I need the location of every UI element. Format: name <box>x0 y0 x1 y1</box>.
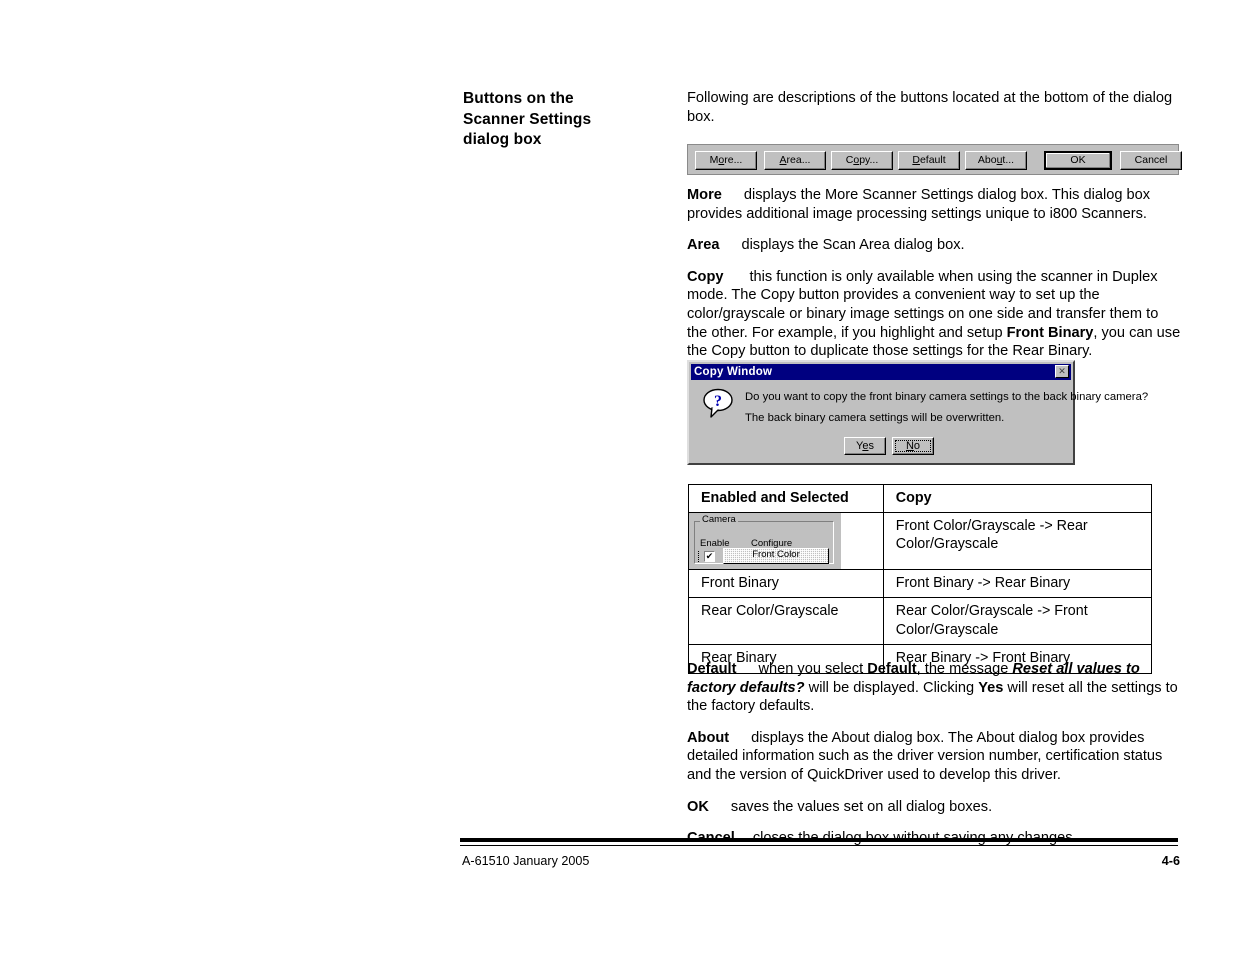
table-header-enabled-selected: Enabled and Selected <box>688 484 884 513</box>
close-icon-glyph: ✕ <box>1058 366 1066 376</box>
area-button[interactable]: Area... <box>764 151 826 170</box>
table-cell-copy: Rear Color/Grayscale -> Front Color/Gray… <box>882 597 1153 645</box>
area-description-text: displays the Scan Area dialog box. <box>741 237 965 254</box>
svg-text:?: ? <box>714 393 722 410</box>
table-cell-copy: Front Binary -> Rear Binary <box>882 568 1153 598</box>
area-description: Area displays the Scan Area dialog box. <box>687 236 1181 255</box>
default-button[interactable]: Default <box>898 151 960 170</box>
default-description: Default when you select Default, the mess… <box>687 660 1181 716</box>
content-column: Following are descriptions of the button… <box>687 89 1179 139</box>
default-description-part3: will be displayed. Clicking <box>804 679 979 696</box>
section-heading-line3: dialog box <box>463 131 542 148</box>
more-term: More <box>687 187 722 203</box>
copy-description: Copy this function is only available when… <box>687 268 1181 361</box>
yes-emphasis: Yes <box>978 679 1004 696</box>
copy-window-message-line1: Do you want to copy the front binary cam… <box>745 391 1149 403</box>
footer-document-id: A-61510 January 2005 <box>462 854 590 868</box>
scanner-settings-button-bar: More... Area... Copy... Default About...… <box>687 144 1182 175</box>
yes-button-label: Yes <box>856 439 874 452</box>
copy-window-dialog: Copy Window ✕ ? Do you want to copy the … <box>687 360 1148 465</box>
area-button-label: Area... <box>779 154 811 167</box>
footer-rule-thin <box>460 845 1178 846</box>
default-term: Default <box>687 661 737 677</box>
area-term: Area <box>687 237 720 254</box>
question-bubble-icon: ? <box>703 388 735 418</box>
ok-description-text: saves the values set on all dialog boxes… <box>730 798 993 815</box>
default-emphasis: Default <box>867 661 917 677</box>
camera-group-widget: Camera Enable Configure ✔ Front Color <box>689 512 841 569</box>
close-icon[interactable]: ✕ <box>1055 365 1069 378</box>
section-heading: Buttons on the Scanner Settings dialog b… <box>463 89 673 151</box>
ok-button[interactable]: OK <box>1044 151 1112 170</box>
no-button-focus-rect: No <box>895 440 931 452</box>
ok-button-label: OK <box>1070 154 1086 167</box>
descriptions-block-bottom: Default when you select Default, the mess… <box>687 660 1181 861</box>
default-button-label: Default <box>912 154 946 167</box>
descriptions-block-top: More displays the More Scanner Settings d… <box>687 186 1181 374</box>
table-cell-enabled: Front Binary <box>688 568 884 598</box>
table-row: Front Binary Front Binary -> Rear Binary <box>688 568 1153 598</box>
more-button[interactable]: More... <box>695 151 757 170</box>
table-header-copy: Copy <box>882 484 1153 513</box>
table-row: Camera Enable Configure ✔ Front Color Fr… <box>688 511 1153 570</box>
table-cell-enabled: Rear Color/Grayscale <box>688 597 884 645</box>
copy-button[interactable]: Copy... <box>831 151 893 170</box>
camera-enable-checkbox[interactable]: ✔ <box>704 550 715 562</box>
table-header-row: Enabled and Selected Copy <box>688 484 1153 513</box>
more-description-text: displays the More Scanner Settings dialo… <box>687 187 1151 222</box>
no-button-label: No <box>905 439 921 452</box>
copy-front-binary-emphasis: Front Binary <box>1006 324 1094 341</box>
cancel-button-label: Cancel <box>1134 154 1168 167</box>
ok-term: OK <box>687 798 709 815</box>
copy-window-title: Copy Window <box>694 366 773 378</box>
copy-button-label: Copy... <box>845 154 879 167</box>
section-heading-line2: Scanner Settings <box>463 110 592 128</box>
front-color-button-label: Front Color <box>752 549 800 561</box>
footer-rule-thick <box>460 838 1178 842</box>
table-row: Rear Color/Grayscale Rear Color/Grayscal… <box>688 597 1153 645</box>
checkmark-icon: ✔ <box>705 550 714 561</box>
no-button[interactable]: No <box>892 437 934 455</box>
camera-widget-cell: Camera Enable Configure ✔ Front Color <box>688 511 884 570</box>
more-button-label: More... <box>709 154 743 167</box>
copy-mapping-table: Enabled and Selected Copy Camera Enable … <box>688 484 1153 674</box>
ok-description: OK saves the values set on all dialog box… <box>687 798 1181 817</box>
about-description-text: displays the About dialog box. The About… <box>687 729 1163 783</box>
cancel-button[interactable]: Cancel <box>1120 151 1182 170</box>
copy-window-message-line2: The back binary camera settings will be … <box>745 412 1005 424</box>
table-cell-copy: Front Color/Grayscale -> Rear Color/Gray… <box>882 511 1153 570</box>
section-heading-line1: Buttons on the <box>463 90 574 107</box>
camera-groupbox-legend: Camera <box>700 513 738 525</box>
more-description: More displays the More Scanner Settings d… <box>687 186 1181 223</box>
yes-button[interactable]: Yes <box>844 437 886 455</box>
front-color-button[interactable]: Front Color <box>723 547 829 564</box>
intro-paragraph: Following are descriptions of the button… <box>687 90 1173 125</box>
document-page: Buttons on the Scanner Settings dialog b… <box>0 0 1235 954</box>
about-button-label: About... <box>977 154 1015 167</box>
default-description-part2: , the message <box>916 661 1013 677</box>
copy-window-titlebar: Copy Window ✕ <box>691 364 1071 380</box>
about-term: About <box>687 729 730 746</box>
footer-page-number: 4-6 <box>1161 854 1180 868</box>
about-button[interactable]: About... <box>965 151 1027 170</box>
default-description-part1: when you select <box>758 661 868 677</box>
camera-tree-guide <box>698 550 703 562</box>
about-description: About displays the About dialog box. The … <box>687 729 1181 785</box>
copy-term: Copy <box>687 268 724 285</box>
